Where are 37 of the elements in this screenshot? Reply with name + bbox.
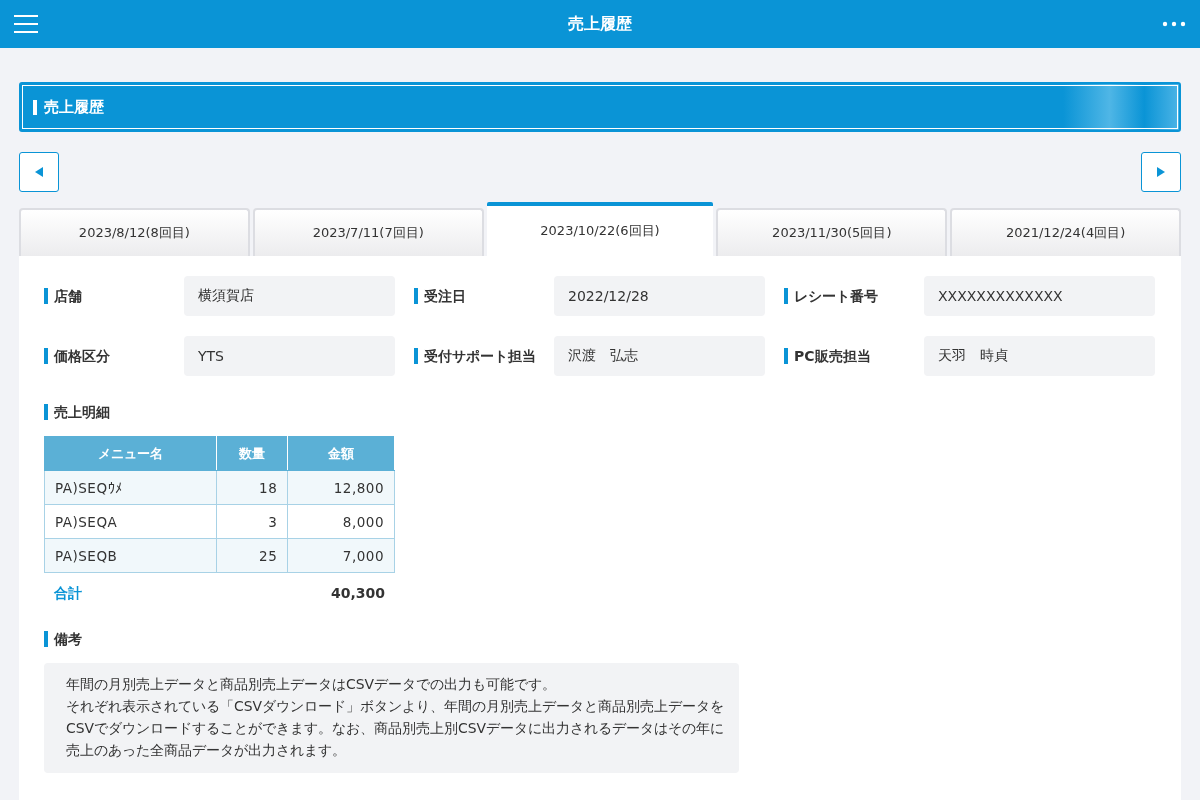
date-tab[interactable]: 2023/8/12(8回目)	[19, 208, 250, 256]
table-cell: 18	[216, 470, 288, 505]
value-field: YTS	[184, 336, 395, 376]
section-title: 売上履歴	[33, 99, 104, 115]
value-field: 沢渡 弘志	[554, 336, 765, 376]
previous-button[interactable]	[19, 152, 59, 192]
section-heading: 売上明細	[44, 404, 1161, 420]
column-header: 数量	[216, 436, 288, 471]
more-icon[interactable]	[1162, 21, 1186, 27]
value-field: 天羽 時貞	[924, 336, 1155, 376]
table-cell: PA)SEQA	[44, 504, 217, 539]
date-tab[interactable]: 2023/7/11(7回目)	[252, 208, 484, 256]
table-cell: 8,000	[287, 504, 395, 539]
table-cell: 25	[216, 538, 288, 573]
date-tab[interactable]: 2021/12/24(4回目)	[950, 208, 1181, 256]
column-header: 金額	[287, 436, 395, 471]
table-cell: 7,000	[287, 538, 395, 573]
left-triangle-icon	[35, 167, 43, 177]
total-label: 合計	[54, 585, 82, 603]
date-tab[interactable]: 2023/10/22(6回目)	[486, 202, 714, 256]
column-header: メニュー名	[44, 436, 217, 471]
table-cell: 12,800	[287, 470, 395, 505]
value-field: XXXXXXXXXXXXX	[924, 276, 1155, 316]
value-field: 2022/12/28	[554, 276, 765, 316]
notes-text: 年間の月別売上データと商品別売上データはCSVデータでの出力も可能です。	[66, 675, 558, 694]
table-cell: PA)SEQｳﾒ	[44, 470, 217, 505]
app-title: 売上履歴	[568, 13, 632, 35]
menu-icon[interactable]	[14, 15, 38, 33]
date-tab[interactable]: 2023/11/30(5回目)	[716, 208, 948, 256]
table-cell: 3	[216, 504, 288, 539]
notes-text: それぞれ表示されている「CSVダウンロード」ボタンより、年間の月別売上データと商品別売上データをCSVでダウンロードすることができます。なお、商品別売上別CSVデータに出力されるデータはその年に売上のあった全商品データが出力されます。	[66, 697, 726, 760]
section-heading: 備考	[44, 631, 1161, 647]
total-amount: 40,300	[330, 585, 385, 603]
value-field: 横須賀店	[184, 276, 395, 316]
right-triangle-icon	[1157, 167, 1165, 177]
next-button[interactable]	[1141, 152, 1181, 192]
table-cell: PA)SEQB	[44, 538, 217, 573]
